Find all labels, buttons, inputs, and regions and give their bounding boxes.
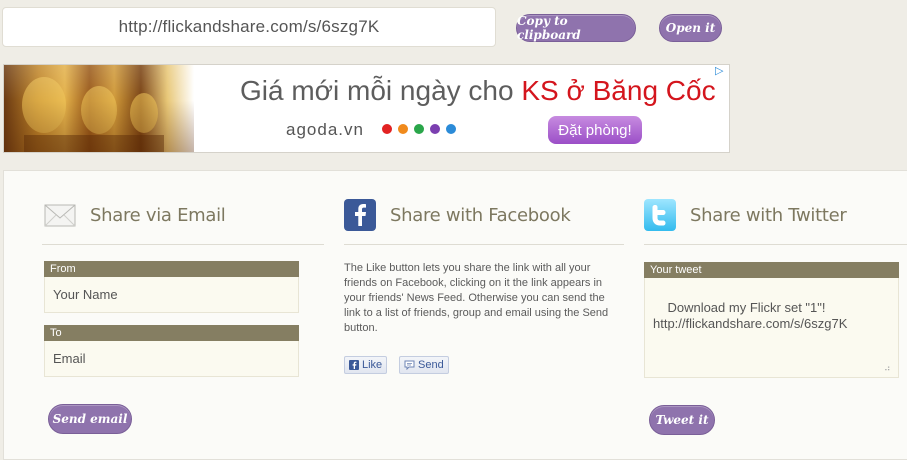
to-email-input[interactable]: Email: [44, 341, 299, 377]
share-panel: Share via Email From Your Name To Email …: [3, 170, 907, 460]
twitter-section-header: Share with Twitter: [644, 199, 847, 231]
ad-headline: Giá mới mỗi ngày cho KS ở Băng Cốc: [240, 75, 716, 106]
facebook-description: The Like button lets you share the link …: [344, 262, 609, 334]
ad-buddha-photo: [4, 65, 194, 152]
twitter-icon: [644, 199, 676, 231]
facebook-like-label: Like: [362, 359, 383, 371]
share-url-field[interactable]: http://flickandshare.com/s/6szg7K: [2, 7, 496, 47]
ad-dot: [398, 124, 408, 134]
email-section-header: Share via Email: [44, 199, 226, 231]
ad-dot: [430, 124, 440, 134]
ad-banner[interactable]: Giá mới mỗi ngày cho KS ở Băng Cốc agoda…: [3, 64, 730, 153]
ad-dot: [382, 124, 392, 134]
email-section-title: Share via Email: [90, 204, 226, 226]
facebook-section-header: Share with Facebook: [344, 199, 571, 231]
facebook-icon: [344, 199, 376, 231]
facebook-f-icon: [349, 360, 359, 370]
open-it-button[interactable]: Open it: [659, 14, 722, 42]
from-label: From: [44, 261, 299, 277]
facebook-divider: [344, 244, 624, 245]
email-divider: [42, 244, 324, 245]
to-email-placeholder: Email: [53, 351, 86, 366]
tweet-text: Download my Flickr set "1"! http://flick…: [653, 300, 848, 331]
tweet-textarea[interactable]: Download my Flickr set "1"! http://flick…: [644, 278, 899, 378]
from-name-input[interactable]: Your Name: [44, 277, 299, 313]
resize-grip-icon[interactable]: ⠴: [884, 363, 894, 373]
speech-bubble-icon: [404, 360, 415, 370]
envelope-icon: [44, 204, 76, 227]
facebook-like-button[interactable]: Like: [344, 356, 388, 374]
twitter-divider: [644, 244, 907, 245]
share-url-text: http://flickandshare.com/s/6szg7K: [118, 17, 380, 36]
facebook-send-button[interactable]: Send: [399, 356, 449, 374]
from-name-placeholder: Your Name: [53, 287, 118, 302]
ad-dot: [414, 124, 424, 134]
copy-to-clipboard-button[interactable]: Copy to clipboard: [516, 14, 636, 42]
to-label: To: [44, 325, 299, 341]
facebook-send-label: Send: [418, 359, 444, 371]
tweet-label: Your tweet: [644, 262, 899, 278]
ad-dot: [446, 124, 456, 134]
ad-book-button[interactable]: Đặt phòng!: [548, 116, 642, 144]
send-email-button[interactable]: Send email: [48, 404, 132, 434]
facebook-section-title: Share with Facebook: [390, 204, 571, 226]
tweet-it-button[interactable]: Tweet it: [649, 405, 715, 435]
ad-color-dots: [382, 124, 456, 134]
adchoices-icon[interactable]: ▷: [715, 66, 726, 77]
twitter-section-title: Share with Twitter: [690, 204, 847, 226]
ad-domain: agoda.vn: [286, 120, 364, 139]
